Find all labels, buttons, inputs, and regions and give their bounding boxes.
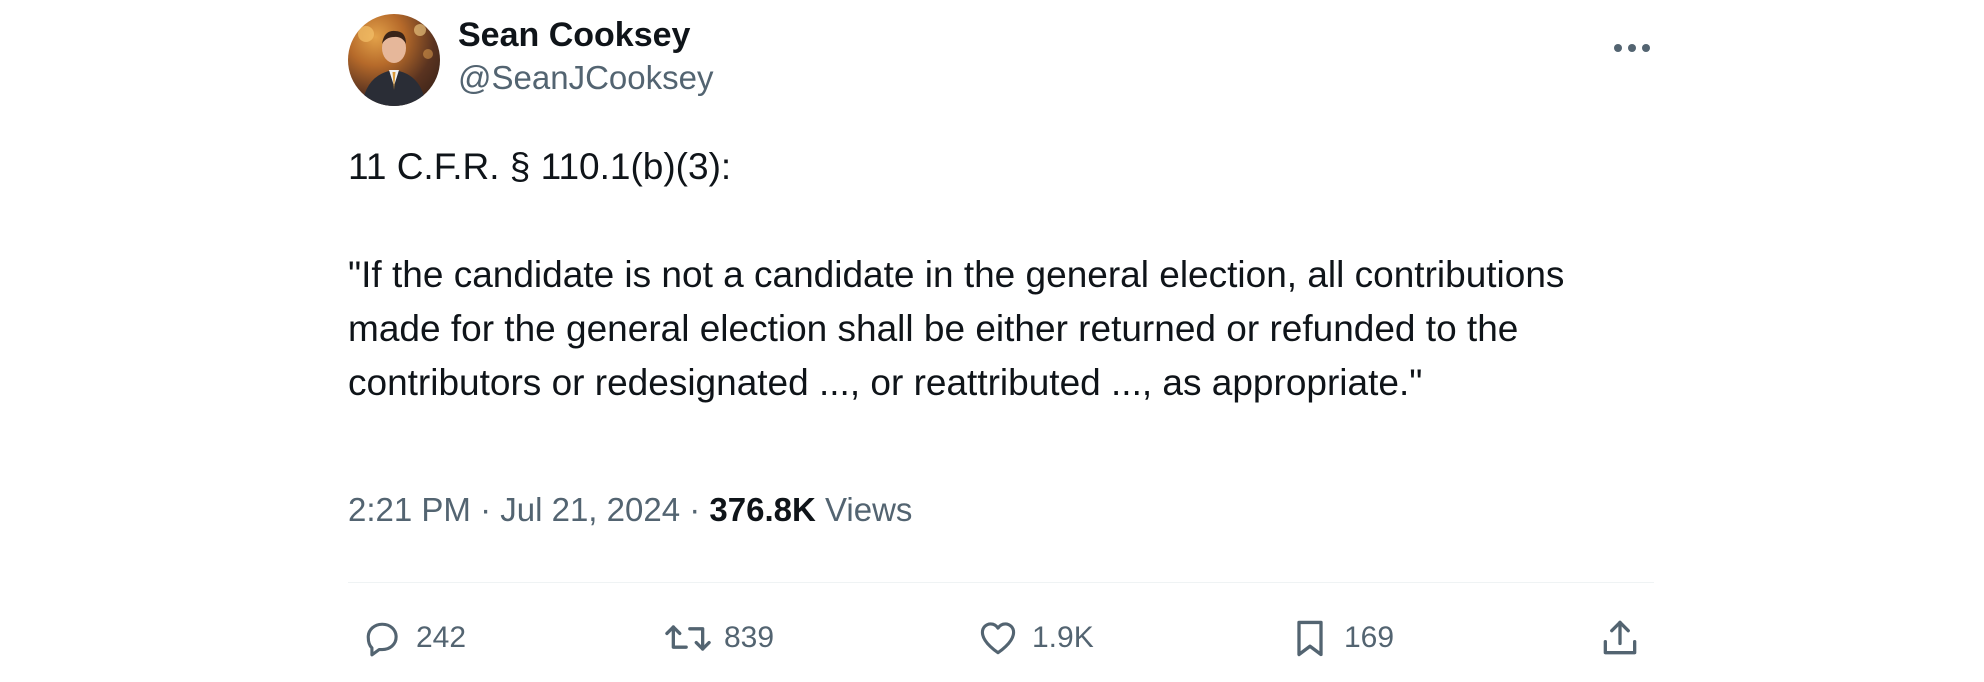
divider <box>348 582 1654 583</box>
tweet-meta: 2:21 PM · Jul 21, 2024 · 376.8K Views <box>348 486 912 534</box>
action-bar: 242 839 1.9K 169 <box>348 602 1654 674</box>
author-block: Sean Cooksey @SeanJCooksey <box>458 14 713 100</box>
tweet-header: Sean Cooksey @SeanJCooksey <box>348 12 1654 108</box>
reply-button[interactable]: 242 <box>360 602 466 674</box>
share-button[interactable] <box>1598 602 1642 674</box>
author-display-name[interactable]: Sean Cooksey <box>458 14 713 56</box>
reply-count: 242 <box>416 621 467 654</box>
like-button[interactable]: 1.9K <box>976 602 1094 674</box>
repost-button[interactable]: 839 <box>664 602 774 674</box>
repost-arrows-icon <box>665 625 711 651</box>
share-upload-icon <box>1603 620 1637 655</box>
reply-bubble-icon <box>366 622 398 657</box>
tweet-date[interactable]: Jul 21, 2024 <box>500 491 680 528</box>
views-label[interactable]: Views <box>825 491 912 528</box>
avatar[interactable] <box>348 14 440 106</box>
meta-separator: · <box>480 491 492 528</box>
meta-separator: · <box>689 491 701 528</box>
author-handle[interactable]: @SeanJCooksey <box>458 56 713 100</box>
bookmark-button[interactable]: 169 <box>1288 602 1394 674</box>
views-count[interactable]: 376.8K <box>709 491 815 528</box>
more-options-button[interactable] <box>1610 28 1654 68</box>
tweet-card: Sean Cooksey @SeanJCooksey 11 C.F.R. § 1… <box>348 12 1654 682</box>
repost-count: 839 <box>724 621 775 654</box>
more-horizontal-icon <box>1614 44 1650 52</box>
tweet-text: 11 C.F.R. § 110.1(b)(3): "If the candida… <box>348 146 1565 403</box>
bookmark-icon <box>1297 620 1323 657</box>
like-count: 1.9K <box>1032 621 1094 654</box>
heart-icon <box>980 622 1016 655</box>
tweet-time[interactable]: 2:21 PM <box>348 491 471 528</box>
avatar-portrait <box>358 24 433 106</box>
bookmark-count: 169 <box>1344 621 1395 654</box>
